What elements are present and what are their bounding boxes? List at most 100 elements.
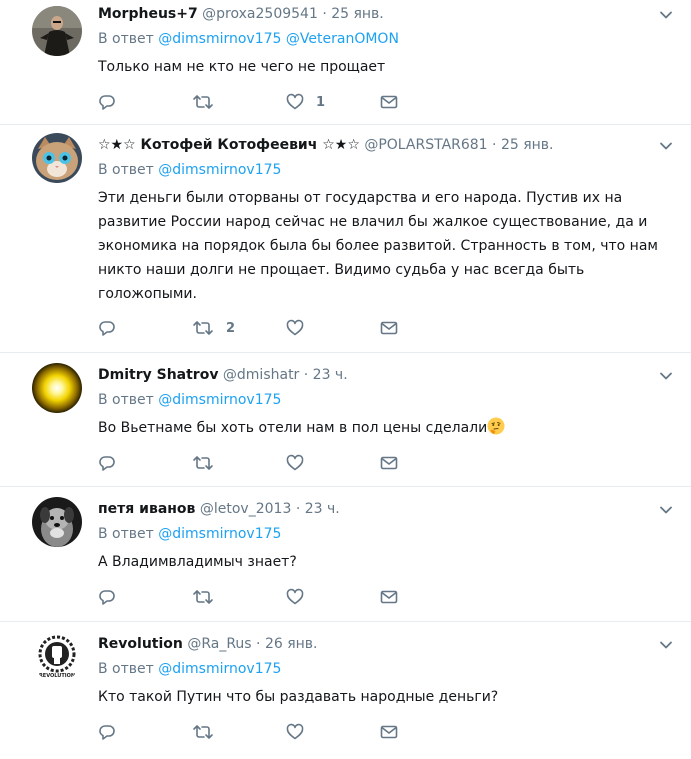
- separator-dot: ·: [303, 367, 309, 383]
- tweet-text: Кто такой Путин что бы раздавать народны…: [98, 689, 499, 705]
- caret-down-icon[interactable]: [659, 369, 673, 383]
- mention-link[interactable]: @VeteranOMON: [286, 31, 399, 47]
- retweet-button[interactable]: [192, 454, 286, 472]
- user-handle[interactable]: @letov_2013: [200, 501, 291, 517]
- like-button[interactable]: 1: [286, 93, 380, 111]
- avatar[interactable]: [32, 133, 82, 183]
- direct-message-button[interactable]: [380, 93, 474, 111]
- tweet-text-wrapper: Во Вьетнаме бы хоть отели нам в пол цены…: [98, 416, 675, 440]
- tweet[interactable]: Morpheus+7 @proxa2509541 · 25 янв. В отв…: [0, 0, 691, 125]
- retweet-button[interactable]: [192, 723, 286, 741]
- direct-message-icon: [380, 321, 398, 335]
- tweet[interactable]: ☆★☆ Котофей Котофеевич ☆★☆ @POLARSTAR681…: [0, 125, 691, 353]
- tweet[interactable]: петя иванов @letov_2013 · 23 ч. В ответ …: [0, 487, 691, 622]
- user-fullname[interactable]: Dmitry Shatrov: [98, 367, 218, 383]
- separator-dot: ·: [492, 137, 497, 153]
- like-button[interactable]: [286, 454, 380, 472]
- mention-link[interactable]: @dimsmirnov175: [158, 162, 281, 178]
- retweet-icon: [193, 456, 213, 470]
- tweet[interactable]: REVOLUTION Revolution @Ra_Rus · 26 янв. …: [0, 622, 691, 759]
- reply-context: В ответ @dimsmirnov175: [98, 160, 675, 180]
- like-count: 1: [316, 94, 326, 110]
- like-icon: [286, 723, 304, 740]
- retweet-icon: [193, 321, 213, 335]
- reply-context: В ответ @dimsmirnov175: [98, 390, 675, 410]
- like-button[interactable]: [286, 588, 380, 606]
- tweet-text: А Владимвладимыч знает?: [98, 554, 297, 570]
- retweet-icon: [193, 725, 213, 739]
- reply-button[interactable]: [98, 93, 192, 111]
- tweet-header: петя иванов @letov_2013 · 23 ч.: [98, 491, 675, 519]
- tweet-timestamp[interactable]: 26 янв.: [265, 636, 318, 652]
- tweet-timestamp[interactable]: 23 ч.: [305, 501, 340, 517]
- like-icon: [286, 319, 304, 336]
- separator-dot: ·: [256, 636, 261, 652]
- tweet-actions: 1: [98, 92, 675, 112]
- retweet-button[interactable]: 2: [192, 319, 286, 337]
- user-handle[interactable]: @proxa2509541: [202, 6, 318, 22]
- reply-icon: [99, 95, 115, 110]
- reply-button[interactable]: [98, 723, 192, 741]
- reply-button[interactable]: [98, 319, 192, 337]
- direct-message-button[interactable]: [380, 319, 474, 337]
- tweet-header: Morpheus+7 @proxa2509541 · 25 янв.: [98, 4, 675, 24]
- mention-link[interactable]: @dimsmirnov175: [158, 526, 281, 542]
- tweet-timestamp[interactable]: 25 янв.: [501, 137, 554, 153]
- reply-button[interactable]: [98, 588, 192, 606]
- tweet-header: Revolution @Ra_Rus · 26 янв.: [98, 626, 675, 654]
- tweet-timestamp[interactable]: 23 ч.: [313, 367, 348, 383]
- user-handle[interactable]: @Ra_Rus: [187, 636, 251, 652]
- reply-button[interactable]: [98, 454, 192, 472]
- reply-prefix: В ответ: [98, 392, 154, 408]
- caret-down-icon[interactable]: [659, 503, 673, 517]
- like-button[interactable]: [286, 723, 380, 741]
- tweet-header: ☆★☆ Котофей Котофеевич ☆★☆ @POLARSTAR681…: [98, 129, 675, 155]
- direct-message-button[interactable]: [380, 454, 474, 472]
- separator-dot: ·: [322, 6, 327, 22]
- user-fullname[interactable]: Revolution: [98, 636, 183, 652]
- tweet-text: Во Вьетнаме бы хоть отели нам в пол цены…: [98, 420, 488, 436]
- user-fullname[interactable]: Morpheus+7: [98, 6, 198, 22]
- tweet-timestamp[interactable]: 25 янв.: [331, 6, 384, 22]
- reply-context: В ответ @dimsmirnov175 @VeteranOMON: [98, 29, 675, 49]
- tweet-text: Эти деньги были оторваны от государства …: [98, 190, 658, 302]
- tweet-actions: [98, 587, 675, 607]
- user-handle[interactable]: @POLARSTAR681: [364, 137, 487, 153]
- reply-icon: [99, 321, 115, 336]
- avatar[interactable]: [32, 6, 82, 56]
- caret-down-icon[interactable]: [659, 139, 673, 153]
- mention-link[interactable]: @dimsmirnov175: [158, 661, 281, 677]
- mention-link[interactable]: @dimsmirnov175: [158, 31, 281, 47]
- caret-down-icon[interactable]: [659, 8, 673, 22]
- tweet-actions: [98, 453, 675, 473]
- like-icon: [286, 588, 304, 605]
- direct-message-button[interactable]: [380, 723, 474, 741]
- retweet-button[interactable]: [192, 93, 286, 111]
- direct-message-button[interactable]: [380, 588, 474, 606]
- separator-dot: ·: [295, 501, 301, 517]
- reply-prefix: В ответ: [98, 661, 154, 677]
- user-handle[interactable]: @dmishatr: [223, 367, 299, 383]
- tweet[interactable]: Dmitry Shatrov @dmishatr · 23 ч. В ответ…: [0, 353, 691, 487]
- like-icon: [286, 93, 304, 110]
- avatar[interactable]: [32, 363, 82, 413]
- tweet-actions: 2: [98, 318, 675, 338]
- retweet-icon: [193, 95, 213, 109]
- reply-icon: [99, 725, 115, 740]
- tweet-actions: [98, 722, 675, 742]
- user-fullname[interactable]: петя иванов: [98, 501, 195, 517]
- direct-message-icon: [380, 725, 398, 739]
- reply-prefix: В ответ: [98, 162, 154, 178]
- like-button[interactable]: [286, 319, 380, 337]
- direct-message-icon: [380, 590, 398, 604]
- caret-down-icon[interactable]: [659, 638, 673, 652]
- direct-message-icon: [380, 456, 398, 470]
- avatar[interactable]: REVOLUTION: [32, 632, 82, 682]
- thinking-face-emoji: [487, 417, 505, 435]
- user-fullname[interactable]: ☆★☆ Котофей Котофеевич ☆★☆: [98, 137, 360, 153]
- direct-message-icon: [380, 95, 398, 109]
- tweet-text: Только нам не кто не чего не прощает: [98, 59, 386, 75]
- avatar[interactable]: [32, 497, 82, 547]
- retweet-button[interactable]: [192, 588, 286, 606]
- mention-link[interactable]: @dimsmirnov175: [158, 392, 281, 408]
